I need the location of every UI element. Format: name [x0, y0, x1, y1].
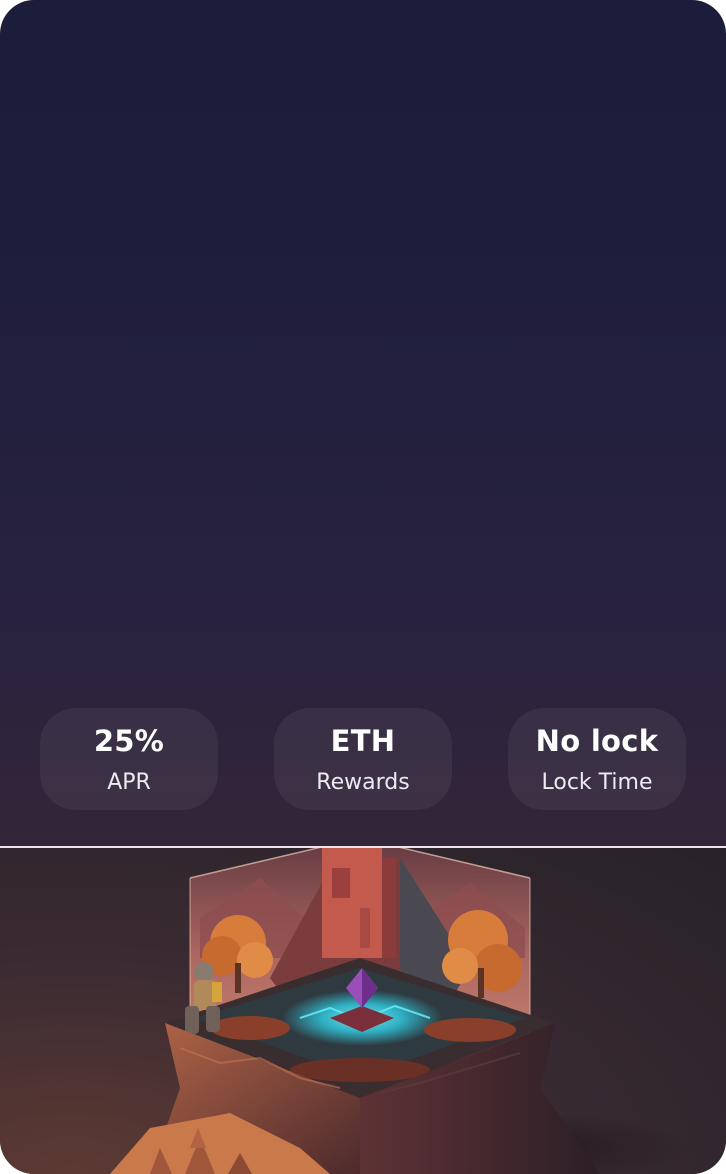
rewards-label: Rewards: [316, 770, 410, 795]
rewards-stat: ETH Rewards: [274, 708, 452, 810]
apr-value: 25%: [93, 724, 165, 758]
card-header-area: 25% APR ETH Rewards No lock Lock Time: [0, 0, 726, 846]
tower: [322, 848, 382, 958]
rewards-value: ETH: [330, 724, 396, 758]
floating-island-illustration: [0, 848, 726, 1174]
staking-card: 25% APR ETH Rewards No lock Lock Time: [0, 0, 726, 1174]
island-art-svg: [110, 848, 690, 1174]
lock-time-stat: No lock Lock Time: [508, 708, 686, 810]
apr-stat: 25% APR: [40, 708, 218, 810]
lock-time-value: No lock: [535, 724, 659, 758]
lock-time-label: Lock Time: [541, 770, 653, 795]
apr-label: APR: [107, 770, 151, 795]
